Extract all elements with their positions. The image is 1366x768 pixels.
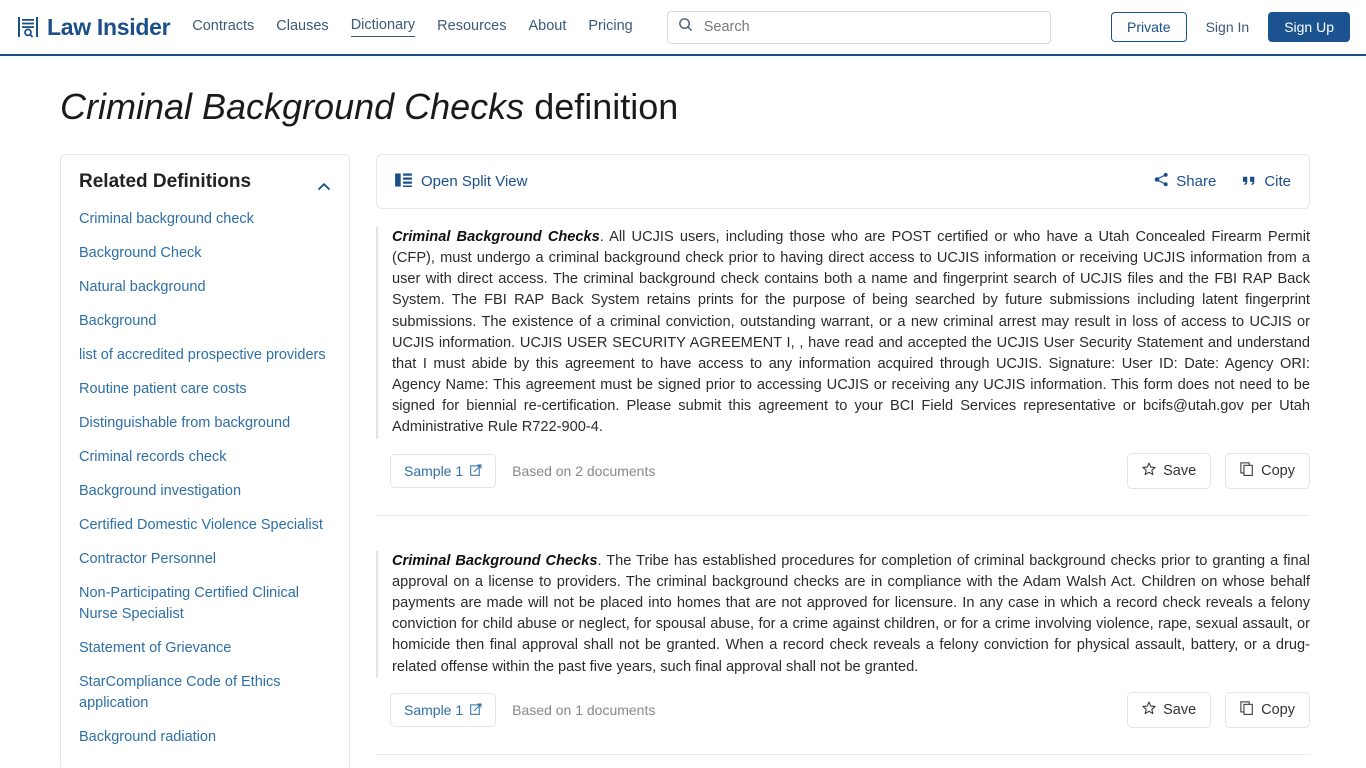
share-button[interactable]: Share (1154, 172, 1216, 191)
sidebar-item-background-check[interactable]: Background Check (79, 243, 331, 264)
external-link-icon (470, 702, 482, 718)
logo[interactable]: Law Insider (16, 13, 171, 41)
copy-icon (1240, 462, 1254, 480)
nav-item-about[interactable]: About (528, 18, 566, 37)
definition-text: Criminal Background Checks. The Tribe ha… (376, 550, 1311, 678)
definition-actions: Sample 1 Based on 2 documents Save Copy (390, 453, 1310, 490)
definition-text: Criminal Background Checks. All UCJIS us… (376, 227, 1310, 439)
sample-label: Sample 1 (404, 463, 464, 480)
save-label: Save (1163, 702, 1197, 719)
star-icon (1142, 462, 1156, 480)
based-on-documents: Based on 2 documents (512, 463, 656, 480)
sample-button[interactable]: Sample 1 (390, 693, 497, 728)
search-input[interactable] (701, 18, 1040, 36)
open-split-view-label: Open Split View (421, 173, 528, 190)
definition-body: . The Tribe has established procedures f… (392, 552, 1311, 675)
based-on-documents: Based on 1 documents (512, 702, 656, 719)
open-split-view-button[interactable]: Open Split View (395, 172, 528, 191)
entry-right-actions: Save Copy (1127, 453, 1310, 490)
copy-button[interactable]: Copy (1225, 453, 1310, 490)
nav-item-contracts[interactable]: Contracts (192, 18, 254, 37)
sample-label: Sample 1 (404, 702, 464, 719)
sample-button[interactable]: Sample 1 (390, 454, 497, 489)
quote-icon (1242, 173, 1257, 190)
split-view-icon (395, 172, 412, 191)
header-actions: Private Sign In Sign Up (1111, 12, 1350, 42)
definition-entry: Criminal Background Checks means complet… (376, 754, 1310, 768)
external-link-icon (470, 463, 482, 479)
sidebar-item-criminal-background-check[interactable]: Criminal background check (79, 209, 331, 230)
nav-item-dictionary[interactable]: Dictionary (350, 17, 416, 37)
search-icon (678, 17, 693, 37)
sidebar-item-starcompliance-code-of-ethics-application[interactable]: StarCompliance Code of Ethics applicatio… (79, 672, 331, 714)
sidebar-item-contractor-personnel[interactable]: Contractor Personnel (79, 549, 331, 570)
share-icon (1154, 172, 1169, 191)
sidebar-item-background[interactable]: Background (79, 311, 331, 332)
search-box[interactable] (666, 10, 1051, 44)
definition-entry: Criminal Background Checks. All UCJIS us… (376, 227, 1310, 515)
chevron-up-icon[interactable] (317, 178, 331, 190)
sidebar-header: Related Definitions (79, 171, 331, 193)
toolbar-actions: Share Cite (1154, 172, 1291, 191)
nav-item-resources[interactable]: Resources (437, 18, 506, 37)
save-label: Save (1163, 463, 1197, 480)
sidebar-item-criminal-records-check[interactable]: Criminal records check (79, 447, 331, 468)
sidebar-item-distinguishable-from-background[interactable]: Distinguishable from background (79, 413, 331, 434)
definitions-panel: Open Split View Share Cite Criminal Back… (376, 154, 1310, 768)
site-header: Law Insider Contracts Clauses Dictionary… (0, 0, 1366, 56)
cite-label: Cite (1264, 173, 1291, 190)
sign-in-button[interactable]: Sign In (1200, 18, 1256, 36)
page-title-suffix: definition (524, 86, 679, 127)
definitions-list: Criminal Background Checks. All UCJIS us… (376, 227, 1310, 768)
copy-button[interactable]: Copy (1225, 692, 1310, 729)
document-search-icon (16, 15, 40, 39)
nav-item-clauses[interactable]: Clauses (276, 18, 328, 37)
page-title: Criminal Background Checks definition (60, 86, 1366, 128)
sidebar-item-background-radiation[interactable]: Background radiation (79, 727, 331, 748)
sidebar-item-natural-background[interactable]: Natural background (79, 277, 331, 298)
copy-label: Copy (1261, 463, 1295, 480)
logo-text: Law Insider (47, 13, 171, 40)
private-button[interactable]: Private (1111, 12, 1187, 42)
definition-toolbar: Open Split View Share Cite (376, 154, 1310, 209)
share-label: Share (1176, 173, 1217, 190)
sidebar-item-certified-domestic-violence-specialist[interactable]: Certified Domestic Violence Specialist (79, 515, 331, 536)
page-content: Related Definitions Criminal background … (0, 154, 1366, 768)
nav-item-pricing[interactable]: Pricing (588, 18, 632, 37)
definition-term: Criminal Background Checks (392, 229, 600, 245)
definition-actions: Sample 1 Based on 1 documents Save Copy (390, 692, 1310, 729)
page-title-term: Criminal Background Checks (60, 86, 525, 127)
entry-right-actions: Save Copy (1127, 692, 1310, 729)
save-button[interactable]: Save (1127, 453, 1212, 490)
definition-body: . All UCJIS users, including those who a… (392, 229, 1310, 436)
copy-label: Copy (1261, 702, 1295, 719)
main-navigation: Contracts Clauses Dictionary Resources A… (192, 17, 633, 37)
cite-button[interactable]: Cite (1242, 173, 1291, 190)
sidebar-item-statement-of-grievance[interactable]: Statement of Grievance (79, 638, 331, 659)
sidebar-item-background-investigation[interactable]: Background investigation (79, 481, 331, 502)
related-definitions-sidebar: Related Definitions Criminal background … (60, 154, 350, 768)
sidebar-item-list-of-accredited-prospective-providers[interactable]: list of accredited prospective providers (79, 345, 331, 366)
sign-up-button[interactable]: Sign Up (1268, 12, 1350, 42)
copy-icon (1240, 701, 1254, 719)
definition-term: Criminal Background Checks (392, 552, 598, 569)
definition-entry: Criminal Background Checks. The Tribe ha… (376, 515, 1310, 754)
sidebar-item-routine-patient-care-costs[interactable]: Routine patient care costs (79, 379, 331, 400)
sidebar-item-non-participating-certified-clinical-nurse-specialist[interactable]: Non-Participating Certified Clinical Nur… (79, 583, 331, 625)
star-icon (1142, 701, 1156, 719)
save-button[interactable]: Save (1127, 692, 1212, 729)
sidebar-title: Related Definitions (79, 171, 252, 192)
